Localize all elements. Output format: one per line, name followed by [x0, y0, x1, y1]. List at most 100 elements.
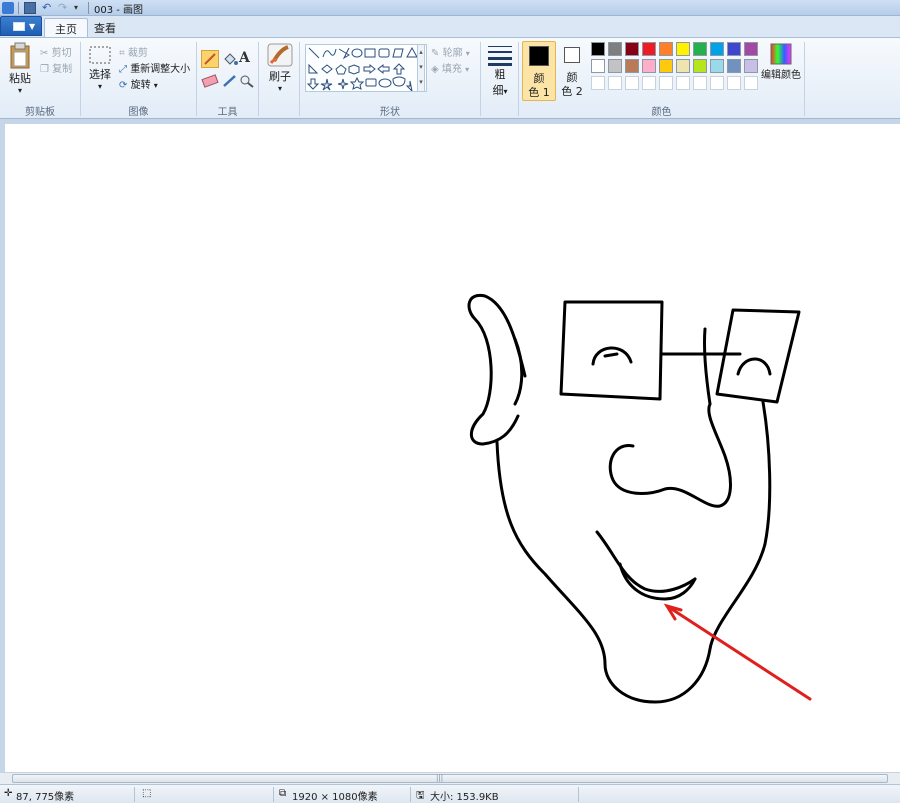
custom-color-swatch[interactable] [642, 76, 656, 90]
color-swatch[interactable] [591, 59, 605, 73]
custom-color-swatch[interactable] [693, 76, 707, 90]
right-eye-stroke [736, 357, 772, 376]
redo-icon[interactable]: ↷ [58, 2, 70, 14]
outline-icon: ✎ [431, 47, 440, 59]
rotate-icon: ⟳ [119, 79, 128, 91]
color-swatch[interactable] [744, 59, 758, 73]
custom-color-swatch[interactable] [659, 76, 673, 90]
pencil-tool[interactable] [201, 50, 219, 68]
color1-button[interactable]: 颜 色 1 [522, 41, 556, 101]
edit-colors-button[interactable]: 编辑颜色 [759, 42, 803, 81]
canvas-workspace [0, 119, 900, 772]
selection-icon [89, 46, 111, 64]
undo-icon[interactable]: ↶ [42, 2, 54, 14]
copy-button[interactable]: ❐ 复制 [40, 60, 72, 76]
app-icon [2, 2, 14, 14]
color-swatch[interactable] [625, 59, 639, 73]
color-swatch[interactable] [693, 42, 707, 56]
color-swatch[interactable] [659, 42, 673, 56]
size-group: 粗 细▾ [481, 38, 518, 120]
fill-tool[interactable] [221, 50, 239, 68]
size-button[interactable]: 粗 细▾ [486, 44, 514, 98]
drawing-canvas[interactable] [5, 124, 900, 772]
tab-view[interactable]: 查看 [84, 18, 126, 37]
resize-button[interactable]: ⤢ 重新调整大小 [119, 60, 191, 76]
chevron-down-icon: ▾ [465, 65, 470, 74]
color-swatch[interactable] [676, 59, 690, 73]
size-label-1: 粗 [494, 68, 506, 81]
text-tool-icon[interactable]: A [239, 50, 257, 68]
divider [273, 787, 274, 802]
eraser-tool[interactable] [201, 74, 219, 90]
ear-stroke [467, 293, 527, 446]
custom-color-swatch[interactable] [608, 76, 622, 90]
shapes-gallery[interactable] [305, 44, 427, 93]
save-icon[interactable] [24, 2, 36, 14]
group-label: 工具 [217, 107, 238, 118]
color-swatch[interactable] [676, 42, 690, 56]
custom-color-swatch[interactable] [625, 76, 639, 90]
left-glasses-lens-stroke [559, 300, 664, 401]
application-menu-button[interactable]: ▼ [0, 16, 42, 36]
color-swatch[interactable] [642, 42, 656, 56]
color-wheel-icon [770, 43, 792, 65]
edit-colors-label: 编辑颜色 [761, 70, 801, 81]
divider [134, 787, 135, 802]
file-size: 大小: 153.9KB [430, 792, 499, 803]
window-title: 003 - 画图 [94, 5, 144, 16]
color1-label-b: 色 1 [528, 86, 550, 99]
select-button[interactable]: 选择 ▾ [86, 44, 114, 91]
color-swatch[interactable] [625, 42, 639, 56]
color2-button[interactable]: 颜 色 2 [557, 41, 587, 101]
scissors-icon: ✂ [40, 47, 49, 59]
custom-color-swatch[interactable] [710, 76, 724, 90]
rotate-button[interactable]: ⟳ 旋转 ▾ [119, 76, 158, 92]
image-size-icon: ⧉ [279, 788, 287, 799]
magnifier-icon [240, 75, 254, 88]
customize-quick-access-icon[interactable]: ▾ [74, 2, 86, 14]
brushes-button[interactable]: 刷子 ▾ [265, 42, 295, 93]
custom-color-swatch[interactable] [727, 76, 741, 90]
divider [18, 2, 19, 14]
brushes-label: 刷子 [269, 70, 291, 83]
color2-label-b: 色 2 [561, 85, 583, 98]
magnifier-tool[interactable] [239, 74, 257, 90]
color-picker-tool[interactable] [221, 74, 239, 90]
chevron-down-icon: ▾ [277, 84, 282, 93]
color-swatch[interactable] [642, 59, 656, 73]
color-swatch[interactable] [659, 59, 673, 73]
chevron-down-icon: ▼ [29, 22, 36, 31]
tab-home[interactable]: 主页 [44, 18, 88, 38]
fill-button[interactable]: ◈ 填充 ▾ [431, 60, 470, 76]
color-swatch[interactable] [693, 59, 707, 73]
resize-label: 重新调整大小 [130, 64, 191, 75]
outline-button[interactable]: ✎ 轮廓 ▾ [431, 44, 470, 60]
custom-color-swatch[interactable] [591, 76, 605, 90]
mouth-upper-stroke [595, 530, 697, 593]
document-icon [13, 22, 25, 31]
color-swatch[interactable] [608, 59, 622, 73]
horizontal-scrollbar[interactable]: ||| [0, 772, 900, 784]
divider [410, 787, 411, 802]
chevron-down-icon: ▾ [153, 81, 158, 90]
color-swatch[interactable] [591, 42, 605, 56]
paste-button[interactable]: 粘贴 ▾ [6, 42, 34, 98]
crop-button[interactable]: ⌗ 裁剪 [119, 44, 148, 60]
scrollbar-thumb[interactable] [12, 774, 888, 783]
cut-button[interactable]: ✂ 剪切 [40, 44, 72, 60]
shapes-scroll-buttons[interactable]: ▴ ▾ ▾ [417, 44, 425, 92]
color-swatch[interactable] [727, 59, 741, 73]
brushes-group: 刷子 ▾ [259, 38, 299, 120]
divider [804, 42, 805, 116]
select-label: 选择 [89, 68, 111, 81]
color-swatch[interactable] [710, 59, 724, 73]
custom-color-swatch[interactable] [676, 76, 690, 90]
custom-color-swatch[interactable] [744, 76, 758, 90]
color-swatch[interactable] [608, 42, 622, 56]
color-swatch[interactable] [744, 42, 758, 56]
size-label-2-text: 细 [492, 84, 504, 97]
color-swatch[interactable] [727, 42, 741, 56]
chevron-down-icon: ▾ [17, 86, 22, 95]
color-swatch[interactable] [710, 42, 724, 56]
line-weight-icon [488, 46, 512, 66]
